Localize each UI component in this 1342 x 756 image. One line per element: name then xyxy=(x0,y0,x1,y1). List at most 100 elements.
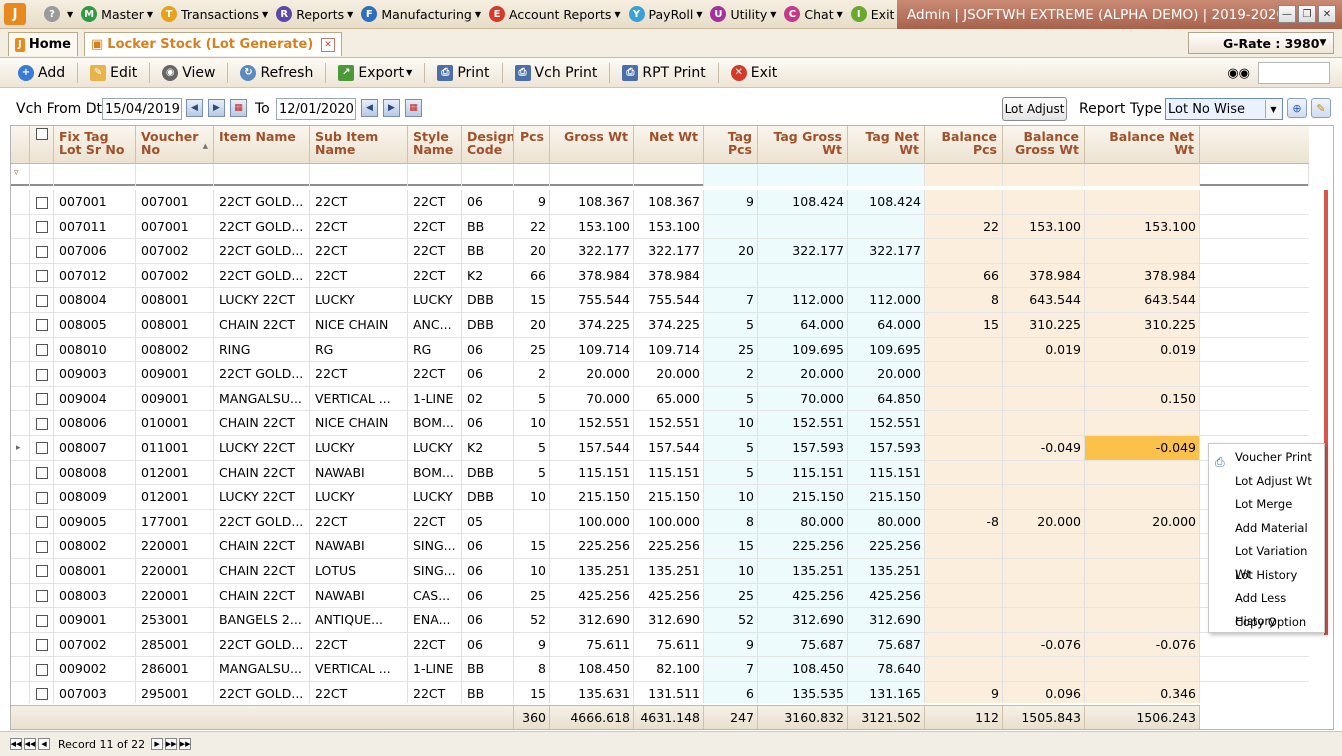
menu-transactions[interactable]: T Transactions ▼ xyxy=(161,6,268,22)
print-button[interactable]: ⎙ Print xyxy=(429,60,497,86)
column-header[interactable]: Tag Gross Wt xyxy=(758,126,848,164)
table-row[interactable]: 008005 008001 CHAIN 22CT NICE CHAIN ANC... DB… xyxy=(11,312,1309,338)
add-circle-icon[interactable]: ⊕ xyxy=(1287,98,1307,118)
column-header[interactable]: Style Name xyxy=(408,126,462,164)
table-row[interactable]: 007001 007001 22CT GOLD... 22CT 22CT 06 9 108.3… xyxy=(11,190,1309,215)
next-record-icon[interactable]: ▶ xyxy=(151,738,164,750)
row-checkbox[interactable] xyxy=(35,688,48,701)
row-checkbox[interactable] xyxy=(35,393,48,406)
column-header[interactable]: Net Wt xyxy=(634,126,704,164)
context-menu-item[interactable]: Lot History xyxy=(1209,564,1324,588)
report-type-select[interactable]: Lot No Wise ▼ xyxy=(1165,98,1283,120)
edit-button[interactable]: ✎ Edit xyxy=(82,60,145,86)
first-record-icon[interactable]: ◀◀ xyxy=(10,738,22,750)
chevron-down-icon[interactable]: ▼ xyxy=(1265,100,1281,118)
column-header[interactable]: Tag Net Wt xyxy=(848,126,925,164)
table-row[interactable]: 008008 012001 CHAIN 22CT NAWABI BOM... DBB 5 11… xyxy=(11,460,1309,486)
row-select[interactable] xyxy=(30,435,54,461)
row-select[interactable] xyxy=(30,190,54,215)
to-prev-icon[interactable]: ◀ xyxy=(361,99,378,117)
app-logo[interactable]: J xyxy=(4,3,26,25)
column-filter-cell[interactable] xyxy=(514,164,550,186)
column-filter-cell[interactable] xyxy=(310,164,408,186)
menu-manufacturing[interactable]: F Manufacturing ▼ xyxy=(361,6,481,22)
exit-button[interactable]: ✕ Exit xyxy=(723,60,786,86)
column-filter-cell[interactable] xyxy=(462,164,514,186)
prev-page-icon[interactable]: ◀◀ xyxy=(24,738,36,750)
to-next-icon[interactable]: ▶ xyxy=(383,99,400,117)
table-row[interactable]: 007002 285001 22CT GOLD... 22CT 22CT 06 9 75.61… xyxy=(11,632,1309,658)
minimize-icon[interactable]: — xyxy=(1278,5,1296,23)
toolbar-search-input[interactable] xyxy=(1258,62,1330,84)
menu-account-reports[interactable]: E Account Reports ▼ xyxy=(488,6,621,22)
row-checkbox[interactable] xyxy=(35,245,48,258)
row-select[interactable] xyxy=(30,558,54,584)
column-header[interactable]: Voucher No ▲ xyxy=(136,126,214,164)
row-checkbox[interactable] xyxy=(35,442,48,455)
column-header[interactable]: Item Name xyxy=(214,126,310,164)
from-prev-icon[interactable]: ◀ xyxy=(186,99,203,117)
menu-reports[interactable]: R Reports ▼ xyxy=(276,6,353,22)
view-button[interactable]: ◉ View xyxy=(154,60,223,86)
menu-utility[interactable]: U Utility ▼ xyxy=(710,6,776,22)
row-checkbox[interactable] xyxy=(35,319,48,332)
column-filter-cell[interactable] xyxy=(136,164,214,186)
table-row[interactable]: 009004 009001 MANGALSU... VERTICAL ... 1-LIN… xyxy=(11,386,1309,412)
table-row[interactable]: 007011 007001 22CT GOLD... 22CT 22CT BB 22 153.… xyxy=(11,214,1309,240)
row-select[interactable] xyxy=(30,263,54,289)
lot-adjust-button[interactable]: Lot Adjust xyxy=(1002,97,1067,121)
table-row[interactable]: 008002 220001 CHAIN 22CT NAWABI SING... 06 15 2… xyxy=(11,534,1309,559)
table-row[interactable]: 009001 253001 BANGELS 2... ANTIQUE... ENA...… xyxy=(11,608,1309,633)
row-select[interactable] xyxy=(30,460,54,486)
row-select[interactable] xyxy=(30,239,54,264)
menu-chat[interactable]: C Chat ▼ xyxy=(784,6,843,22)
row-select[interactable] xyxy=(30,534,54,559)
from-date-input[interactable]: 15/04/2019 xyxy=(102,98,182,120)
row-select[interactable] xyxy=(30,608,54,633)
column-header[interactable]: Tag Pcs xyxy=(704,126,758,164)
table-row[interactable]: 009002 286001 MANGALSU... VERTICAL ... 1-LIN… xyxy=(11,657,1309,682)
context-menu-item[interactable]: ⎙ Voucher Print xyxy=(1209,446,1324,470)
column-header[interactable]: Balance Gross Wt xyxy=(1003,126,1085,164)
table-row[interactable]: ▸ 008007 011001 LUCKY 22CT LUCKY LUCKY K2 5 157.… xyxy=(11,435,1309,461)
chevron-down-icon[interactable]: ▼ xyxy=(1315,35,1331,51)
column-filter-cell[interactable] xyxy=(704,164,758,186)
column-header[interactable]: Gross Wt xyxy=(550,126,634,164)
tab-close-icon[interactable]: ✕ xyxy=(321,37,335,52)
to-date-input[interactable]: 12/01/2020 xyxy=(276,98,356,120)
context-menu-item[interactable]: Lot Variation Wt xyxy=(1209,540,1324,581)
table-row[interactable]: 008003 220001 CHAIN 22CT NAWABI CAS... 06 25 42… xyxy=(11,583,1309,609)
row-checkbox[interactable] xyxy=(35,467,48,480)
column-header[interactable]: Design Code xyxy=(462,126,514,164)
export-button[interactable]: ↗ Export ▼ xyxy=(330,60,420,86)
row-checkbox[interactable] xyxy=(35,270,48,283)
refresh-button[interactable]: ↻ Refresh xyxy=(232,60,321,86)
column-filter-cell[interactable] xyxy=(54,164,136,186)
column-filter-cell[interactable] xyxy=(214,164,310,186)
from-calendar-icon[interactable]: ▦ xyxy=(230,99,247,117)
column-header[interactable]: Sub Item Name xyxy=(310,126,408,164)
from-next-icon[interactable]: ▶ xyxy=(208,99,225,117)
select-all-checkbox[interactable] xyxy=(35,127,48,140)
row-select[interactable] xyxy=(30,657,54,682)
table-row[interactable]: 008006 010001 CHAIN 22CT NICE CHAIN BOM... 06… xyxy=(11,411,1309,436)
menu-payroll[interactable]: Y PayRoll ▼ xyxy=(628,6,702,22)
table-row[interactable]: 009005 177001 22CT GOLD... 22CT 22CT 05 100.00… xyxy=(11,509,1309,535)
row-select[interactable] xyxy=(30,411,54,436)
column-filter-cell[interactable] xyxy=(1200,164,1309,186)
row-checkbox[interactable] xyxy=(35,196,48,209)
row-checkbox[interactable] xyxy=(35,590,48,602)
row-checkbox[interactable] xyxy=(35,344,48,357)
context-menu-item[interactable]: Lot Adjust Wt xyxy=(1209,470,1324,494)
context-menu-item[interactable]: Add Less History xyxy=(1209,587,1324,628)
column-filter-cell[interactable] xyxy=(550,164,634,186)
column-header[interactable]: Pcs xyxy=(514,126,550,164)
restore-icon[interactable]: ❐ xyxy=(1298,5,1316,23)
column-filter-cell[interactable] xyxy=(408,164,462,186)
last-record-icon[interactable]: ▶▶ xyxy=(179,738,192,750)
close-icon[interactable]: ✕ xyxy=(1318,5,1336,23)
row-checkbox[interactable] xyxy=(35,663,48,676)
row-checkbox[interactable] xyxy=(35,540,48,553)
vch-print-button[interactable]: ⎙ Vch Print xyxy=(507,60,606,86)
row-checkbox[interactable] xyxy=(35,221,48,234)
